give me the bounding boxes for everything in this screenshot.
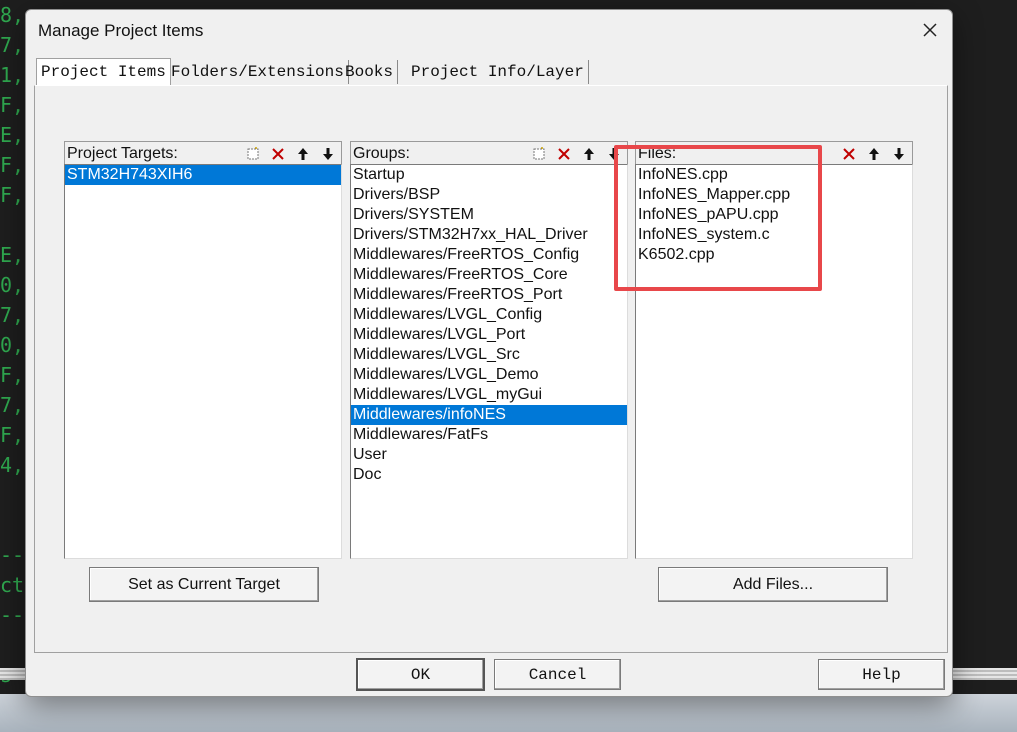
groups-pane: Groups: Startup Drivers/BSP Drivers/SYST… (350, 141, 628, 559)
arrow-up-icon (297, 148, 308, 160)
new-item-icon (533, 147, 544, 160)
arrow-down-icon (608, 148, 619, 160)
move-target-down-button[interactable] (316, 144, 339, 164)
arrow-up-icon (868, 148, 879, 160)
cancel-label: Cancel (528, 665, 587, 684)
files-header-label: Files: (638, 145, 677, 162)
new-target-button[interactable] (241, 144, 264, 164)
ok-button[interactable]: OK (356, 658, 485, 691)
group-list-item[interactable]: Middlewares/FreeRTOS_Config (351, 245, 627, 265)
group-list-item[interactable]: Drivers/STM32H7xx_HAL_Driver (351, 225, 627, 245)
new-item-icon (247, 147, 258, 160)
manage-project-items-dialog: Manage Project Items Project Items Folde… (25, 9, 953, 697)
arrow-up-icon (583, 148, 594, 160)
targets-toolbar (241, 144, 339, 164)
move-target-up-button[interactable] (291, 144, 314, 164)
tab-panel: Project Targets: STM32H743XIH6 Groups: S… (34, 85, 948, 653)
file-list-item[interactable]: K6502.cpp (636, 245, 912, 265)
group-list-item[interactable]: Middlewares/FatFs (351, 425, 627, 445)
move-file-down-button[interactable] (887, 144, 910, 164)
targets-list[interactable]: STM32H743XIH6 (64, 164, 342, 559)
group-list-item[interactable]: Drivers/SYSTEM (351, 205, 627, 225)
delete-file-button[interactable] (837, 144, 860, 164)
file-list-item[interactable]: InfoNES.cpp (636, 165, 912, 185)
add-files-button[interactable]: Add Files... (658, 567, 888, 602)
files-header: Files: (635, 141, 913, 164)
close-icon (923, 23, 937, 37)
tab-books[interactable]: Books (341, 60, 399, 84)
files-toolbar (837, 144, 910, 164)
group-list-item[interactable]: Middlewares/FreeRTOS_Core (351, 265, 627, 285)
new-group-button[interactable] (527, 144, 550, 164)
group-list-item[interactable]: Middlewares/infoNES (351, 405, 627, 425)
targets-header: Project Targets: (64, 141, 342, 164)
move-group-up-button[interactable] (577, 144, 600, 164)
file-list-item[interactable]: InfoNES_Mapper.cpp (636, 185, 912, 205)
group-list-item[interactable]: Doc (351, 465, 627, 485)
file-list-item[interactable]: InfoNES_pAPU.cpp (636, 205, 912, 225)
target-list-item[interactable]: STM32H743XIH6 (65, 165, 341, 185)
delete-icon (271, 148, 284, 160)
close-button[interactable] (914, 16, 946, 44)
help-button[interactable]: Help (818, 659, 945, 690)
arrow-down-icon (322, 148, 333, 160)
arrow-down-icon (893, 148, 904, 160)
ok-label: OK (410, 665, 431, 684)
groups-header: Groups: (350, 141, 628, 164)
set-as-current-target-label: Set as Current Target (128, 575, 280, 593)
add-files-label: Add Files... (732, 575, 814, 593)
files-list[interactable]: InfoNES.cpp InfoNES_Mapper.cpp InfoNES_pAP… (635, 164, 913, 559)
move-group-down-button[interactable] (602, 144, 625, 164)
files-pane: Files: InfoNES.cpp InfoNES_Mapper.cpp Info… (635, 141, 913, 559)
file-list-item[interactable]: InfoNES_system.c (636, 225, 912, 245)
move-file-up-button[interactable] (862, 144, 885, 164)
groups-header-label: Groups: (353, 145, 410, 162)
group-list-item[interactable]: Middlewares/LVGL_Demo (351, 365, 627, 385)
targets-pane: Project Targets: STM32H743XIH6 (64, 141, 342, 559)
group-list-item[interactable]: Middlewares/LVGL_Config (351, 305, 627, 325)
group-list-item[interactable]: Startup (351, 165, 627, 185)
group-list-item[interactable]: User (351, 445, 627, 465)
tab-folders-extensions[interactable]: Folders/Extensions (167, 60, 349, 84)
tab-project-items[interactable]: Project Items (36, 58, 171, 87)
help-label: Help (862, 665, 901, 684)
group-list-item[interactable]: Middlewares/LVGL_Src (351, 345, 627, 365)
tab-project-info-layer[interactable]: Project Info/Layer (407, 60, 589, 84)
group-list-item[interactable]: Middlewares/LVGL_Port (351, 325, 627, 345)
background-taskbar-area (0, 694, 1017, 732)
groups-toolbar (527, 144, 625, 164)
dialog-title: Manage Project Items (38, 21, 204, 40)
group-list-item[interactable]: Middlewares/FreeRTOS_Port (351, 285, 627, 305)
cancel-button[interactable]: Cancel (494, 659, 621, 690)
group-list-item[interactable]: Drivers/BSP (351, 185, 627, 205)
targets-header-label: Project Targets: (67, 145, 178, 162)
delete-group-button[interactable] (552, 144, 575, 164)
title-bar: Manage Project Items (26, 10, 952, 50)
delete-icon (557, 148, 570, 160)
delete-target-button[interactable] (266, 144, 289, 164)
set-as-current-target-button[interactable]: Set as Current Target (89, 567, 319, 602)
groups-list[interactable]: Startup Drivers/BSP Drivers/SYSTEM Drivers/… (350, 164, 628, 559)
delete-icon (842, 148, 855, 160)
group-list-item[interactable]: Middlewares/LVGL_myGui (351, 385, 627, 405)
